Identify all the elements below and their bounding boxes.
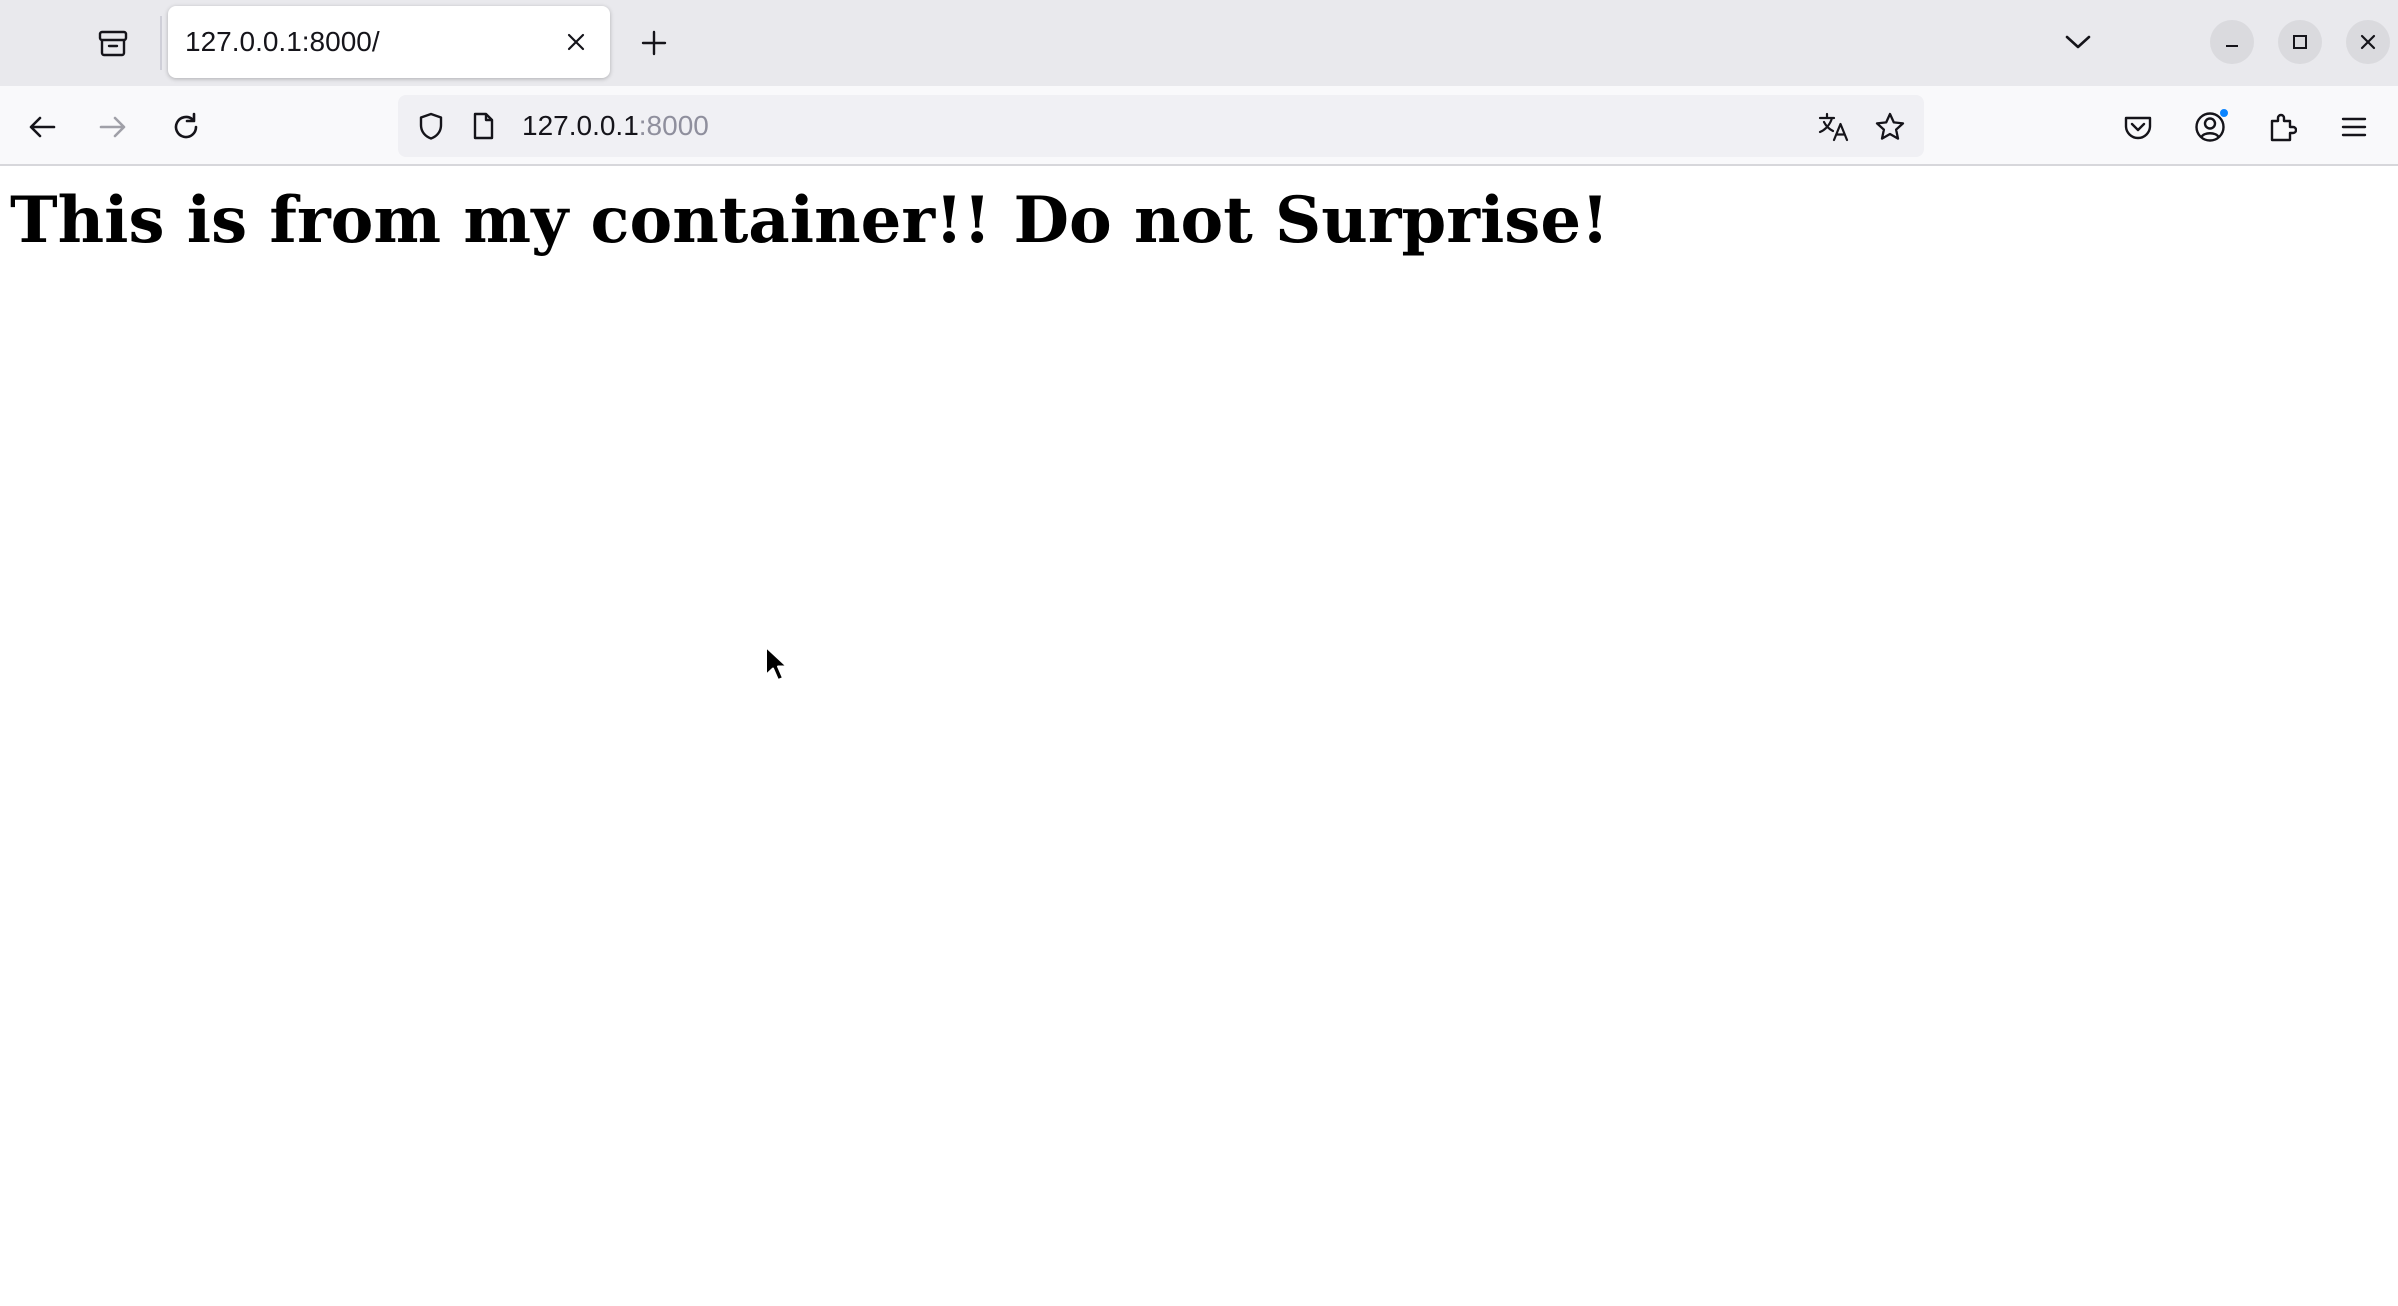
reload-icon: [171, 112, 201, 142]
translate-icon: [1817, 111, 1851, 143]
page-heading: This is from my container!! Do not Surpr…: [10, 183, 1610, 258]
minimize-icon: [2223, 33, 2241, 51]
plus-icon: [640, 29, 668, 57]
forward-button[interactable]: [88, 102, 138, 152]
star-icon: [1874, 111, 1906, 143]
tab-manager-icon: [97, 28, 129, 58]
page-info-button[interactable]: [466, 109, 500, 143]
hamburger-menu-icon: [2340, 115, 2368, 139]
back-button[interactable]: [17, 102, 67, 152]
url-text[interactable]: 127.0.0.1:8000: [522, 112, 709, 140]
translate-button[interactable]: [1814, 107, 1854, 147]
maximize-window-button[interactable]: [2278, 20, 2322, 64]
puzzle-icon: [2267, 111, 2297, 143]
extensions-button[interactable]: [2257, 102, 2307, 152]
tab-strip: 127.0.0.1:8000/: [0, 0, 2398, 86]
tab-manager-button[interactable]: [90, 20, 136, 66]
pocket-icon: [2123, 113, 2153, 141]
mouse-cursor: [764, 645, 790, 685]
close-icon: [566, 32, 586, 52]
tab-title: 127.0.0.1:8000/: [185, 26, 380, 57]
arrow-left-icon: [27, 113, 57, 141]
arrow-right-icon: [98, 113, 128, 141]
page-content: This is from my container!! Do not Surpr…: [0, 168, 2398, 1306]
shield-icon: [417, 111, 445, 141]
url-bar[interactable]: 127.0.0.1:8000: [398, 95, 1924, 157]
reload-button[interactable]: [161, 102, 211, 152]
tracking-protection-button[interactable]: [414, 109, 448, 143]
close-icon: [2359, 33, 2377, 51]
close-tab-button[interactable]: [558, 24, 594, 60]
chevron-down-icon: [2064, 33, 2092, 51]
tab-active[interactable]: 127.0.0.1:8000/: [168, 6, 610, 78]
navigation-toolbar: 127.0.0.1:8000: [0, 86, 2398, 166]
account-button[interactable]: [2185, 102, 2235, 152]
tab-divider: [160, 16, 162, 70]
url-port: :8000: [638, 110, 709, 141]
notification-badge: [2219, 108, 2229, 118]
bookmark-button[interactable]: [1870, 107, 1910, 147]
page-icon: [470, 111, 496, 141]
maximize-icon: [2291, 33, 2309, 51]
pocket-button[interactable]: [2113, 102, 2163, 152]
close-window-button[interactable]: [2346, 20, 2390, 64]
new-tab-button[interactable]: [631, 20, 677, 66]
list-all-tabs-button[interactable]: [2054, 19, 2102, 65]
url-host: 127.0.0.1: [522, 110, 639, 141]
app-menu-button[interactable]: [2329, 102, 2379, 152]
minimize-window-button[interactable]: [2210, 20, 2254, 64]
